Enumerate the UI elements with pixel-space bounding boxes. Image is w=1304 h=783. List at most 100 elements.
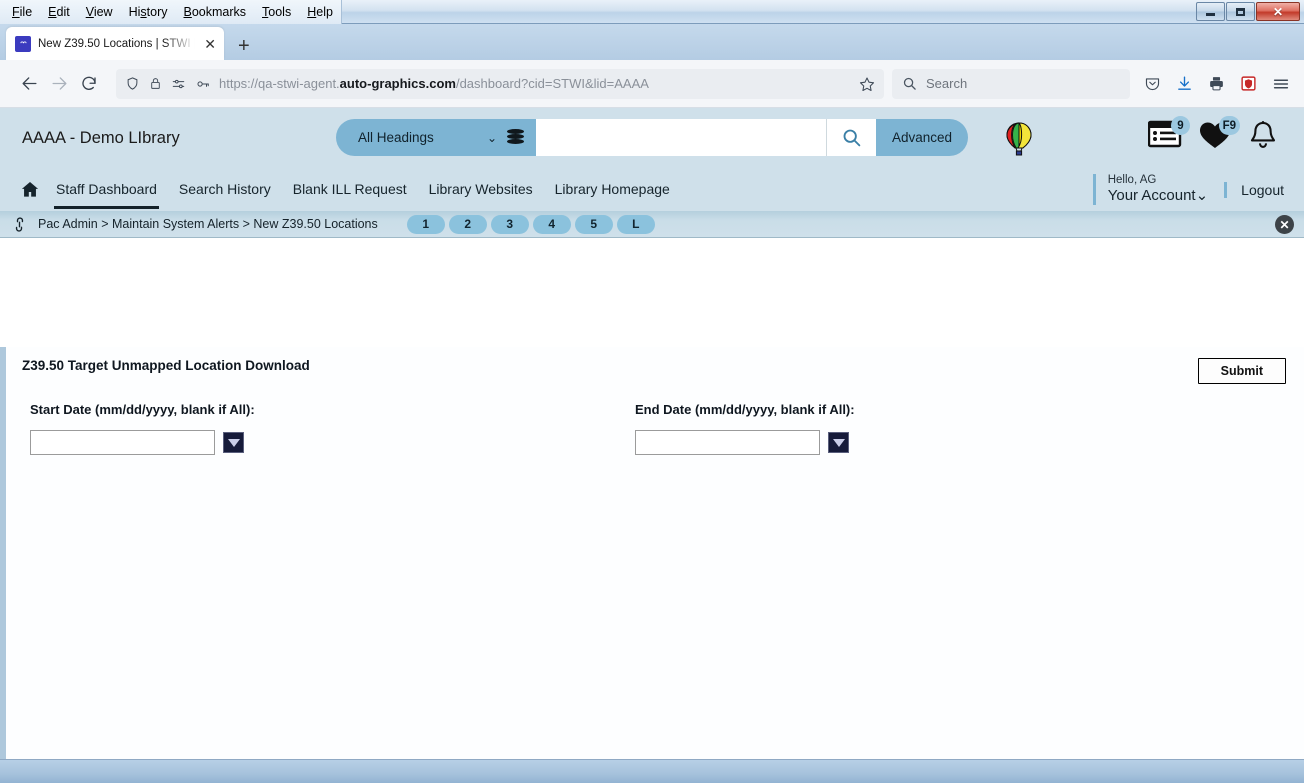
window-status-bar [0, 759, 1304, 783]
page-pill-last[interactable]: L [616, 214, 655, 234]
url-text: https://qa-stwi-agent.auto-graphics.com/… [219, 76, 649, 91]
nav-link-library-websites[interactable]: Library Websites [429, 170, 533, 209]
nav-link-staff-dashboard[interactable]: Staff Dashboard [54, 170, 159, 209]
forward-button[interactable] [44, 69, 74, 99]
submit-button[interactable]: Submit [1197, 358, 1286, 384]
account-area: Hello, AG Your Account⌄ Logout [1092, 168, 1304, 211]
lock-icon[interactable] [149, 76, 162, 91]
maximize-button[interactable] [1226, 2, 1255, 21]
end-date-label: End Date (mm/dd/yyyy, blank if All): [635, 402, 855, 417]
chevron-down-icon: ⌄ [1195, 187, 1209, 205]
pocket-icon[interactable] [1144, 75, 1161, 92]
catalog-search-button[interactable] [826, 119, 876, 156]
shield-icon[interactable] [125, 76, 140, 91]
nav-link-library-homepage[interactable]: Library Homepage [555, 170, 670, 209]
page-title: Z39.50 Target Unmapped Location Download [22, 358, 310, 373]
start-date-picker-button[interactable] [223, 432, 244, 453]
end-date-picker-button[interactable] [828, 432, 849, 453]
catalog-search-input[interactable] [536, 119, 826, 156]
end-date-input[interactable] [635, 430, 820, 455]
adblock-icon[interactable] [1240, 75, 1257, 92]
menu-edit[interactable]: Edit [40, 2, 78, 23]
page-pill-5[interactable]: 5 [574, 214, 613, 234]
search-icon [902, 76, 917, 91]
logout-link[interactable]: Logout [1224, 181, 1304, 198]
downloads-icon[interactable] [1176, 75, 1193, 92]
menu-bar: File Edit View History Bookmarks Tools H… [0, 0, 342, 24]
breadcrumb-bar: Pac Admin > Maintain System Alerts > New… [0, 211, 1304, 238]
start-date-field-group: Start Date (mm/dd/yyyy, blank if All): [6, 402, 611, 455]
home-icon[interactable] [20, 180, 40, 199]
alerts-icon[interactable] [1248, 120, 1284, 156]
menu-tools[interactable]: Tools [254, 2, 299, 23]
browser-tab[interactable]: ᵔᵔ New Z39.50 Locations | STWI | a ✕ [6, 27, 224, 60]
browser-window: File Edit View History Bookmarks Tools H… [0, 0, 1304, 783]
browser-toolbar-icons [1144, 75, 1290, 93]
browser-search-placeholder: Search [926, 76, 968, 91]
favorites-icon[interactable]: F9 [1198, 116, 1240, 156]
header-icon-group: 9 F9 [1148, 116, 1284, 156]
end-date-field-group: End Date (mm/dd/yyyy, blank if All): [611, 402, 1216, 455]
window-controls: ✕ [1196, 2, 1300, 21]
reload-button[interactable] [74, 69, 104, 99]
calendar-dropdown-icon [227, 438, 240, 447]
advanced-label: Advanced [892, 130, 953, 145]
star-icon[interactable] [859, 76, 875, 92]
stwi-favicon: ᵔᵔ [15, 35, 31, 52]
url-bar[interactable]: https://qa-stwi-agent.auto-graphics.com/… [116, 68, 884, 99]
back-button[interactable] [14, 69, 44, 99]
tab-title: New Z39.50 Locations | STWI | a [38, 37, 196, 50]
permissions-icon[interactable] [171, 77, 186, 91]
saved-lists-icon[interactable]: 9 [1148, 116, 1190, 156]
navigation-toolbar: https://qa-stwi-agent.auto-graphics.com/… [0, 60, 1304, 108]
favorites-badge: F9 [1218, 116, 1240, 135]
main-panel: Z39.50 Target Unmapped Location Download… [0, 347, 1304, 759]
maximize-icon [1236, 7, 1245, 16]
key-icon[interactable] [195, 77, 211, 91]
start-date-input[interactable] [30, 430, 215, 455]
page-pill-4[interactable]: 4 [532, 214, 571, 234]
hello-greeting: Hello, AG [1107, 174, 1157, 187]
date-range-form: Start Date (mm/dd/yyyy, blank if All): E… [6, 384, 1304, 455]
database-icon[interactable] [507, 128, 524, 147]
page-pill-2[interactable]: 2 [448, 214, 487, 234]
nav-link-blank-ill-request[interactable]: Blank ILL Request [293, 170, 407, 209]
menu-file[interactable]: File [4, 2, 40, 23]
title-bar: File Edit View History Bookmarks Tools H… [0, 0, 1304, 24]
hamburger-menu-icon[interactable] [1272, 75, 1290, 93]
breadcrumb: Pac Admin > Maintain System Alerts > New… [38, 217, 378, 231]
chevron-down-icon: ⌄ [486, 130, 497, 145]
page-pill-1[interactable]: 1 [406, 214, 445, 234]
menu-view[interactable]: View [78, 2, 121, 23]
your-account-menu[interactable]: Hello, AG Your Account⌄ [1092, 174, 1224, 205]
nav-link-search-history[interactable]: Search History [179, 170, 271, 209]
catalog-search-widget: All Headings ⌄ Advanced [336, 119, 969, 156]
page-pills: 1 2 3 4 5 L [406, 214, 655, 234]
close-window-button[interactable]: ✕ [1256, 2, 1300, 21]
hot-air-balloon-icon[interactable] [1004, 122, 1034, 156]
saved-lists-badge: 9 [1171, 116, 1190, 135]
your-account-label: Your Account⌄ [1107, 187, 1209, 205]
advanced-search-button[interactable]: Advanced [876, 119, 969, 156]
link-icon [9, 213, 30, 234]
search-scope-dropdown[interactable]: All Headings ⌄ [336, 119, 536, 156]
library-title: AAAA - Demo LIbrary [22, 128, 180, 147]
page-pill-3[interactable]: 3 [490, 214, 529, 234]
minimize-icon [1206, 13, 1215, 16]
new-tab-button[interactable]: + [238, 36, 250, 56]
site-header: AAAA - Demo LIbrary All Headings ⌄ Advan… [0, 108, 1304, 168]
start-date-label: Start Date (mm/dd/yyyy, blank if All): [30, 402, 255, 417]
tab-close-icon[interactable]: ✕ [202, 37, 218, 51]
calendar-dropdown-icon [832, 438, 845, 447]
panel-header: Z39.50 Target Unmapped Location Download… [6, 347, 1304, 384]
browser-search-box[interactable]: Search [892, 68, 1130, 99]
menu-help[interactable]: Help [299, 2, 341, 23]
print-icon[interactable] [1208, 75, 1225, 92]
menu-bookmarks[interactable]: Bookmarks [176, 2, 255, 23]
tab-strip: ᵔᵔ New Z39.50 Locations | STWI | a ✕ + [0, 24, 1304, 60]
menu-history[interactable]: History [121, 2, 176, 23]
minimize-button[interactable] [1196, 2, 1225, 21]
site-navigation: Staff Dashboard Search History Blank ILL… [0, 168, 1304, 211]
close-panel-button[interactable]: ✕ [1275, 215, 1294, 234]
page-viewport: AAAA - Demo LIbrary All Headings ⌄ Advan… [0, 108, 1304, 759]
